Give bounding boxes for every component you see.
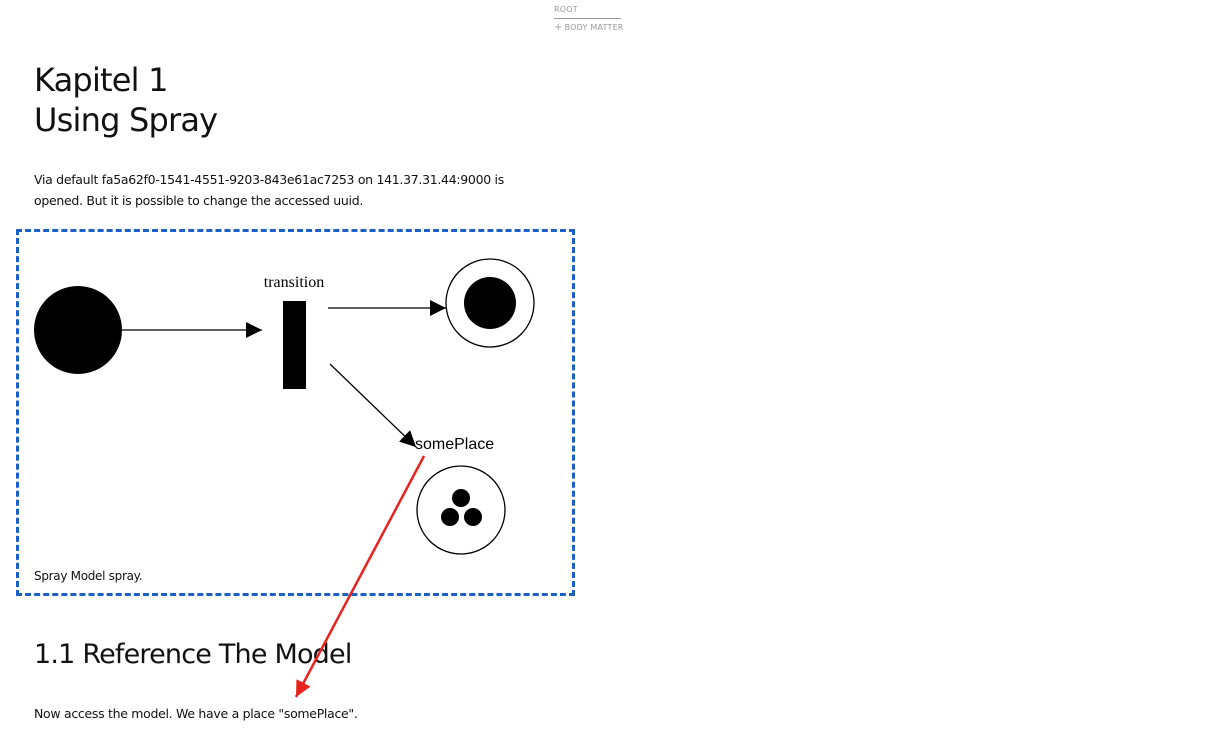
section-title: 1.1 Reference The Model	[34, 639, 352, 670]
chapter-name: Using Spray	[34, 101, 218, 139]
petri-net-diagram: transition somePlace	[34, 258, 535, 555]
spray-model-figure[interactable]: transition somePlace Spray Model spray.	[16, 229, 575, 596]
someplace-token	[464, 508, 482, 526]
plus-icon: +	[554, 22, 563, 33]
breadcrumb-item-body-matter[interactable]: + BODY MATTER	[554, 22, 624, 34]
transition-label: transition	[264, 274, 324, 291]
someplace-token	[441, 508, 459, 526]
section-paragraph: Now access the model. We have a place "s…	[34, 706, 358, 721]
chapter-number: Kapitel 1	[34, 61, 169, 99]
transition-node[interactable]	[283, 301, 306, 389]
intro-paragraph: Via default fa5a62f0-1541-4551-9203-843e…	[34, 172, 504, 208]
breadcrumb: ROOT + BODY MATTER	[554, 4, 624, 34]
someplace-label: somePlace	[415, 436, 494, 453]
breadcrumb-root[interactable]: ROOT	[554, 4, 621, 19]
someplace-token	[452, 489, 470, 507]
start-place-node[interactable]	[34, 286, 122, 374]
breadcrumb-item-label: BODY MATTER	[564, 23, 624, 32]
chapter-title: Kapitel 1 Using Spray	[34, 60, 218, 140]
arc-transition-to-someplace	[329, 363, 417, 448]
figure-caption: Spray Model spray.	[34, 569, 143, 583]
end-place-token	[464, 277, 516, 329]
someplace-node[interactable]	[416, 465, 506, 555]
